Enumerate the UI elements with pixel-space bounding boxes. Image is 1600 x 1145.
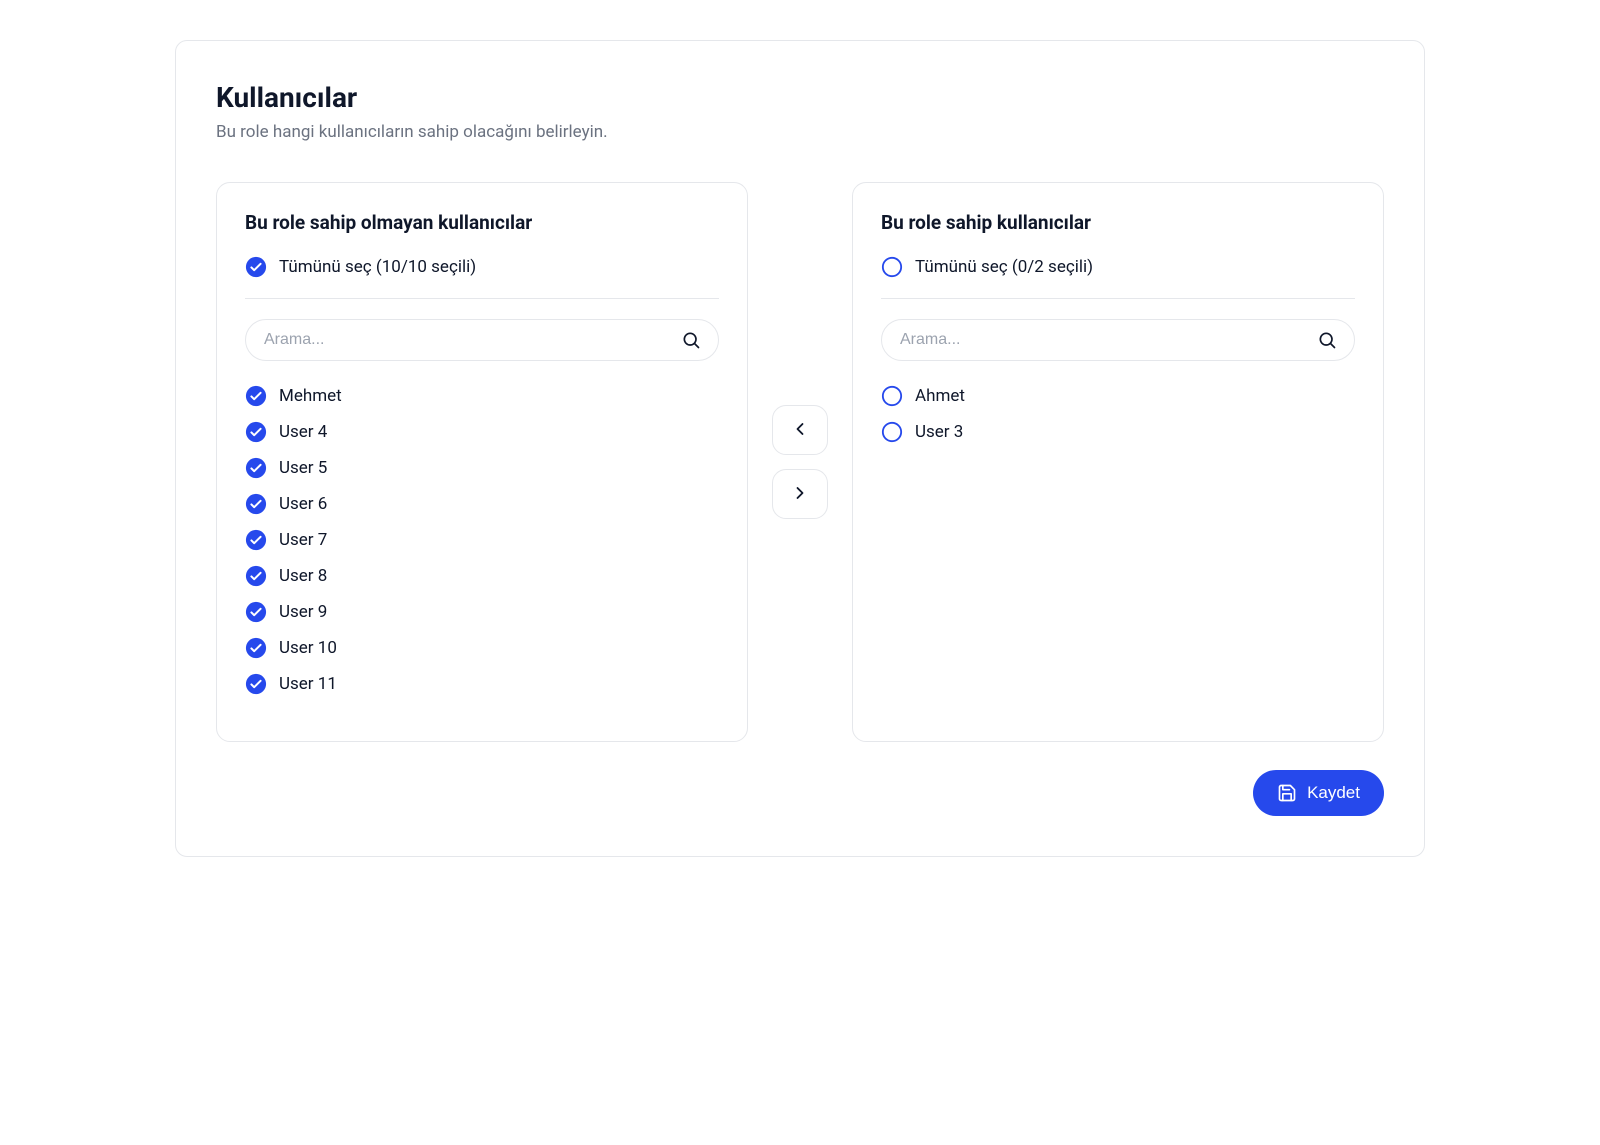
checkbox-checked-icon: [245, 565, 267, 587]
search-icon: [1317, 330, 1337, 350]
select-all-label-unassigned: Tümünü seç (10/10 seçili): [279, 257, 476, 277]
checkbox-checked-icon: [245, 457, 267, 479]
save-icon: [1277, 783, 1297, 803]
list-item[interactable]: User 7: [245, 529, 719, 551]
footer: Kaydet: [216, 770, 1384, 816]
list-item[interactable]: User 5: [245, 457, 719, 479]
user-label: User 6: [279, 494, 327, 514]
chevron-left-icon: [790, 419, 810, 442]
select-all-unassigned[interactable]: Tümünü seç (10/10 seçili): [245, 256, 719, 299]
checkbox-checked-icon: [245, 493, 267, 515]
user-list-assigned: Ahmet User 3: [881, 385, 1355, 443]
list-item[interactable]: User 9: [245, 601, 719, 623]
checkbox-checked-icon: [245, 421, 267, 443]
user-label: User 4: [279, 422, 327, 442]
search-input-assigned[interactable]: [881, 319, 1355, 361]
search-icon: [681, 330, 701, 350]
search-unassigned-wrapper: [245, 319, 719, 361]
list-item[interactable]: User 4: [245, 421, 719, 443]
list-item[interactable]: User 8: [245, 565, 719, 587]
page-container: Kullanıcılar Bu role hangi kullanıcıları…: [175, 40, 1425, 857]
page-subtitle: Bu role hangi kullanıcıların sahip olaca…: [216, 122, 1384, 142]
panel-title-unassigned: Bu role sahip olmayan kullanıcılar: [245, 211, 719, 234]
move-right-button[interactable]: [772, 469, 828, 519]
user-label: User 7: [279, 530, 327, 550]
list-item[interactable]: User 6: [245, 493, 719, 515]
select-all-label-assigned: Tümünü seç (0/2 seçili): [915, 257, 1093, 277]
user-list-unassigned: Mehmet User 4 User 5 User 6 User 7 User …: [245, 385, 719, 695]
chevron-right-icon: [790, 483, 810, 506]
checkbox-checked-icon: [245, 256, 267, 278]
search-assigned-wrapper: [881, 319, 1355, 361]
list-item[interactable]: User 3: [881, 421, 1355, 443]
panel-title-assigned: Bu role sahip kullanıcılar: [881, 211, 1355, 234]
checkbox-checked-icon: [245, 385, 267, 407]
checkbox-unchecked-icon: [881, 256, 903, 278]
checkbox-unchecked-icon: [881, 421, 903, 443]
list-item[interactable]: User 10: [245, 637, 719, 659]
select-all-assigned[interactable]: Tümünü seç (0/2 seçili): [881, 256, 1355, 299]
checkbox-checked-icon: [245, 637, 267, 659]
panel-unassigned-users: Bu role sahip olmayan kullanıcılar Tümün…: [216, 182, 748, 742]
checkbox-checked-icon: [245, 601, 267, 623]
checkbox-unchecked-icon: [881, 385, 903, 407]
search-input-unassigned[interactable]: [245, 319, 719, 361]
user-label: Ahmet: [915, 386, 965, 406]
checkbox-checked-icon: [245, 529, 267, 551]
user-label: User 5: [279, 458, 327, 478]
page-title: Kullanıcılar: [216, 81, 1384, 114]
user-label: User 9: [279, 602, 327, 622]
transfer-controls: [772, 405, 828, 519]
save-button[interactable]: Kaydet: [1253, 770, 1384, 816]
checkbox-checked-icon: [245, 673, 267, 695]
user-label: User 11: [279, 674, 337, 694]
user-label: User 8: [279, 566, 327, 586]
save-button-label: Kaydet: [1307, 783, 1360, 803]
transfer-layout: Bu role sahip olmayan kullanıcılar Tümün…: [216, 182, 1384, 742]
list-item[interactable]: Mehmet: [245, 385, 719, 407]
list-item[interactable]: User 11: [245, 673, 719, 695]
user-label: User 3: [915, 422, 963, 442]
move-left-button[interactable]: [772, 405, 828, 455]
user-label: Mehmet: [279, 386, 342, 406]
list-item[interactable]: Ahmet: [881, 385, 1355, 407]
user-label: User 10: [279, 638, 337, 658]
panel-assigned-users: Bu role sahip kullanıcılar Tümünü seç (0…: [852, 182, 1384, 742]
